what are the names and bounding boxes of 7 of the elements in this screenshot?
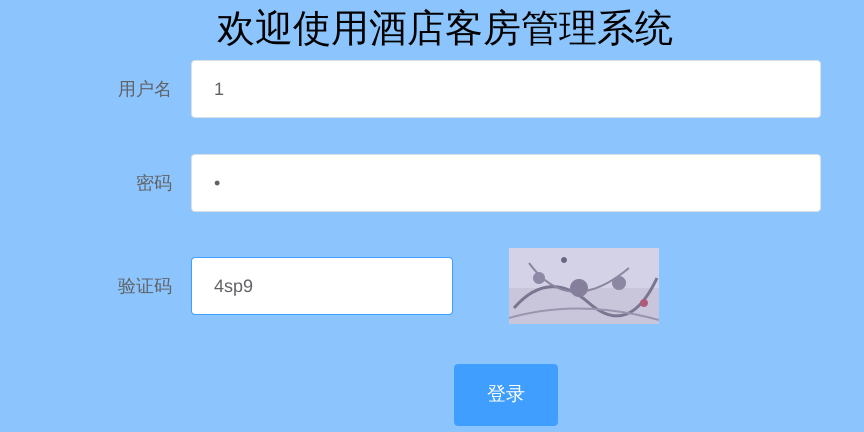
- input-field[interactable]: 4sp9: [191, 257, 453, 315]
- input-field[interactable]: 1: [191, 60, 821, 118]
- page-title: 欢迎使用酒店客房管理系统: [217, 6, 673, 50]
- field-label: 验证码: [117, 274, 172, 298]
- field-label: 密码: [135, 172, 172, 194]
- field-label: 用户名: [117, 78, 172, 100]
- input-field[interactable]: •: [191, 154, 821, 212]
